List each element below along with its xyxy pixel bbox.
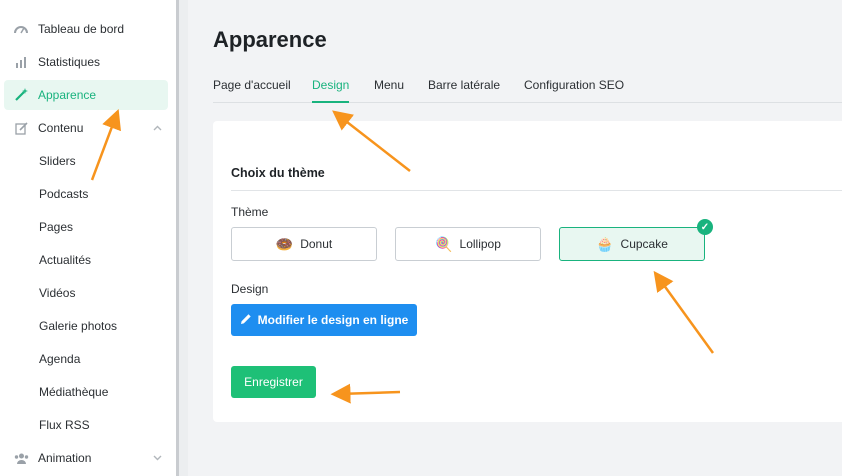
sidebar-subitem-rss[interactable]: Flux RSS [39, 415, 90, 435]
sidebar-item-label: Apparence [38, 88, 97, 102]
sidebar-subitem-news[interactable]: Actualités [39, 250, 91, 270]
sidebar-scrollbar[interactable] [176, 0, 188, 476]
theme-option-cupcake[interactable]: 🧁 Cupcake [559, 227, 705, 261]
tab-sidebar[interactable]: Barre latérale [428, 72, 500, 103]
sidebar-item-animation[interactable]: Animation [4, 443, 168, 473]
dashboard-icon [4, 23, 38, 35]
sidebar-subitem-podcasts[interactable]: Podcasts [39, 184, 88, 204]
section-title: Choix du thème [231, 166, 325, 180]
pencil-icon [240, 313, 252, 328]
theme-option-label: Cupcake [620, 237, 668, 251]
theme-label: Thème [231, 205, 269, 219]
cupcake-icon: 🧁 [596, 236, 614, 252]
theme-card: Choix du thème Thème 🍩 Donut 🍭 Lollipop … [213, 121, 842, 422]
lollipop-icon: 🍭 [435, 236, 453, 252]
sidebar-subitem-videos[interactable]: Vidéos [39, 283, 75, 303]
page-title: Apparence [213, 27, 327, 52]
stats-icon [4, 56, 38, 68]
sidebar-item-label: Tableau de bord [38, 22, 125, 36]
chevron-down-icon [146, 455, 168, 461]
donut-icon: 🍩 [275, 236, 294, 252]
sidebar-subitem-pages[interactable]: Pages [39, 217, 73, 237]
sidebar-item-appearance[interactable]: Apparence [4, 80, 168, 110]
edit-design-online-button[interactable]: Modifier le design en ligne [231, 304, 417, 336]
check-circle-icon: ✓ [697, 219, 713, 235]
sidebar-item-label: Statistiques [38, 55, 101, 69]
theme-option-lollipop[interactable]: 🍭 Lollipop [395, 227, 541, 261]
users-icon [4, 453, 38, 464]
sidebar: Tableau de bord Statistiques Apparence C… [0, 0, 176, 476]
theme-option-donut[interactable]: 🍩 Donut [231, 227, 377, 261]
design-label: Design [231, 282, 269, 296]
button-label: Modifier le design en ligne [257, 313, 409, 327]
chevron-up-icon [146, 125, 168, 131]
tab-menu[interactable]: Menu [374, 72, 404, 103]
save-button[interactable]: Enregistrer [231, 366, 316, 398]
tab-homepage[interactable]: Page d'accueil [213, 72, 291, 103]
sidebar-item-stats[interactable]: Statistiques [4, 47, 168, 77]
magic-wand-icon [4, 88, 38, 102]
sidebar-item-label: Animation [38, 451, 92, 465]
edit-icon [4, 121, 38, 135]
tab-bar: Page d'accueil Design Menu Barre latéral… [213, 72, 842, 103]
sidebar-subitem-sliders[interactable]: Sliders [39, 151, 76, 171]
tab-seo[interactable]: Configuration SEO [524, 72, 624, 103]
sidebar-item-label: Contenu [38, 121, 84, 135]
sidebar-subitem-photo-gallery[interactable]: Galerie photos [39, 316, 117, 336]
theme-option-label: Lollipop [459, 237, 501, 251]
section-divider [231, 190, 842, 191]
main-content: Apparence Page d'accueil Design Menu Bar… [188, 0, 842, 476]
sidebar-item-dashboard[interactable]: Tableau de bord [4, 14, 168, 44]
tab-design[interactable]: Design [312, 72, 350, 103]
sidebar-subitem-agenda[interactable]: Agenda [39, 349, 80, 369]
sidebar-subitem-media-library[interactable]: Médiathèque [39, 382, 108, 402]
theme-option-label: Donut [300, 237, 333, 251]
sidebar-item-content[interactable]: Contenu [4, 113, 168, 143]
